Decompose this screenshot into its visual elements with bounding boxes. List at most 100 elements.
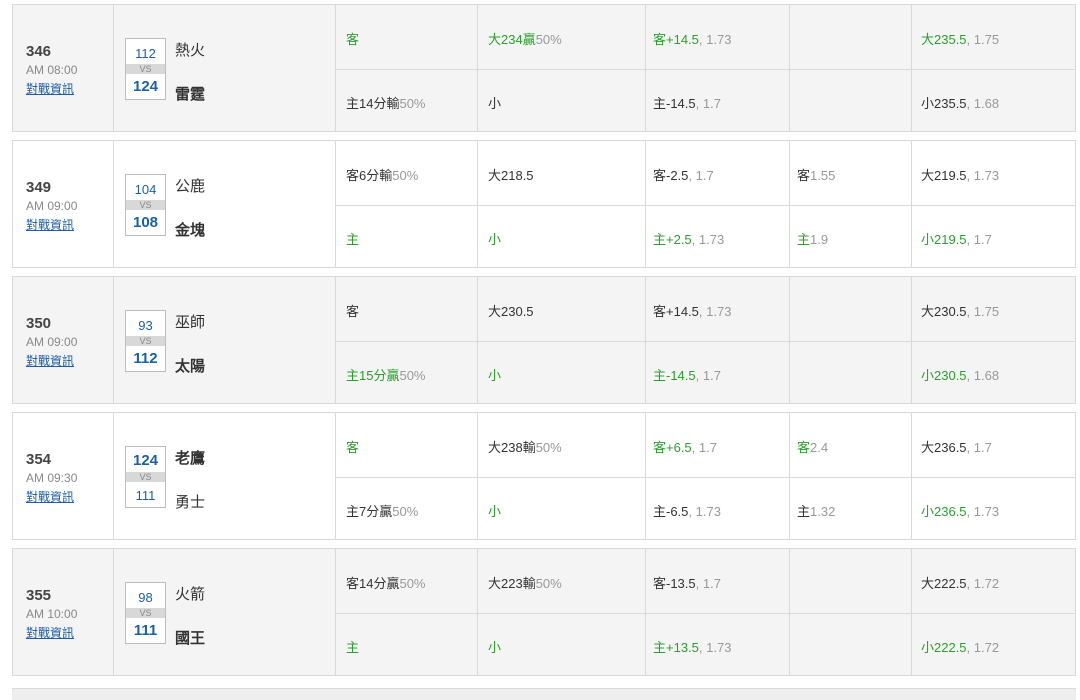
spread-result-value: 客6分輸 <box>346 168 393 183</box>
total-line-odds: , 1.75 <box>966 32 1000 47</box>
column-divider <box>335 413 336 539</box>
total-result-value: 小 <box>488 504 502 519</box>
spread-result-odds: 50% <box>392 168 419 183</box>
total-line-cell: 小235.5, 1.68 <box>921 93 999 112</box>
match-info-link[interactable]: 對戰資訊 <box>26 80 74 97</box>
column-divider <box>477 5 478 131</box>
spread-line-odds: , 1.7 <box>695 368 721 383</box>
total-result-odds: 50% <box>535 440 562 455</box>
spread-line-value: 主+2.5 <box>653 232 692 247</box>
spread-result-cell: 主7分贏50% <box>346 501 418 520</box>
total-result-odds: 50% <box>535 32 562 47</box>
total-result-value: 大218.5 <box>488 168 534 183</box>
game-info: 354 AM 09:30 對戰資訊 <box>13 413 113 539</box>
game-card: 350 AM 09:00 對戰資訊 93 VS 112 巫師 太陽 客 大230.5 客+14.5,… <box>12 276 1076 404</box>
total-line-value: 大219.5 <box>921 168 967 183</box>
total-line-odds: , 1.72 <box>966 640 1000 655</box>
game-card: 355 AM 10:00 對戰資訊 98 VS 111 火箭 國王 客14分贏50% 大223輸5… <box>12 548 1076 676</box>
spread-line-cell: 客-13.5, 1.7 <box>653 573 721 592</box>
spread-result-cell: 客14分贏50% <box>346 573 426 592</box>
match-info-link[interactable]: 對戰資訊 <box>26 352 74 369</box>
column-divider <box>911 413 912 539</box>
game-time: AM 10:00 <box>26 607 78 621</box>
spread-result-cell: 客 <box>346 29 359 48</box>
game-number: 355 <box>26 587 52 604</box>
spread-result-value: 主15分贏 <box>346 368 400 383</box>
total-line-value: 小222.5 <box>921 640 967 655</box>
away-team-name: 老鷹 <box>175 450 206 467</box>
moneyline-value: 客 <box>797 440 811 455</box>
spread-line-cell: 主+13.5, 1.73 <box>653 637 731 656</box>
game-card: 346 AM 08:00 對戰資訊 112 VS 124 熱火 雷霆客大234贏50% 客+14… <box>12 4 1076 132</box>
total-line-value: 大230.5 <box>921 304 967 319</box>
total-result-odds: 50% <box>535 576 562 591</box>
vs-label: VS <box>126 200 165 210</box>
total-line-cell: 小222.5, 1.72 <box>921 637 999 656</box>
spread-line-cell: 主-14.5, 1.7 <box>653 365 721 384</box>
home-team-name: 太陽 <box>175 358 206 375</box>
away-score: 124 <box>132 452 159 469</box>
moneyline-value: 主 <box>797 232 811 247</box>
total-line-value: 大236.5 <box>921 440 967 455</box>
spread-line-value: 客+14.5 <box>653 304 699 319</box>
away-team-name: 熱火 <box>175 42 206 59</box>
spread-result-value: 客 <box>346 304 360 319</box>
game-number: 346 <box>26 43 52 60</box>
match-info-link[interactable]: 對戰資訊 <box>26 624 74 641</box>
moneyline-odds: 1.9 <box>810 232 829 247</box>
game-time: AM 08:00 <box>26 63 78 77</box>
column-divider <box>789 5 790 131</box>
column-divider <box>645 5 646 131</box>
footer-bar <box>12 688 1076 700</box>
spread-result-odds: 50% <box>399 576 426 591</box>
spread-line-odds: , 1.7 <box>688 168 714 183</box>
column-divider <box>335 5 336 131</box>
home-team-name: 金塊 <box>175 222 206 239</box>
total-result-value: 小 <box>488 368 502 383</box>
spread-line-odds: , 1.73 <box>698 640 732 655</box>
total-line-value: 小236.5 <box>921 504 967 519</box>
game-number: 354 <box>26 451 52 468</box>
total-line-cell: 小230.5, 1.68 <box>921 365 999 384</box>
total-line-value: 小235.5 <box>921 96 967 111</box>
spread-result-value: 客 <box>346 32 360 47</box>
score-box: 93 VS 112 <box>125 310 166 372</box>
total-line-cell: 大230.5, 1.75 <box>921 301 999 320</box>
home-score: 111 <box>133 622 158 639</box>
spread-result-value: 主 <box>346 640 360 655</box>
total-line-cell: 大235.5, 1.75 <box>921 29 999 48</box>
moneyline-cell: 主1.32 <box>797 501 835 520</box>
row-divider <box>335 477 1075 478</box>
match-info-link[interactable]: 對戰資訊 <box>26 216 74 233</box>
column-divider <box>335 549 336 675</box>
spread-line-cell: 主-6.5, 1.73 <box>653 501 721 520</box>
away-score: 104 <box>134 182 157 197</box>
column-divider <box>335 277 336 403</box>
teams-cell: 104 VS 108 公鹿 金塊 <box>114 141 334 267</box>
spread-line-odds: , 1.7 <box>695 96 721 111</box>
spread-line-value: 客+6.5 <box>653 440 692 455</box>
teams-cell: 124 VS 111 老鷹 勇士 <box>114 413 334 539</box>
spread-line-odds: , 1.73 <box>691 232 725 247</box>
spread-result-odds: 50% <box>399 96 426 111</box>
total-result-cell: 大218.5 <box>488 165 534 184</box>
total-result-value: 大238輸 <box>488 440 536 455</box>
away-team-name: 公鹿 <box>175 178 206 195</box>
moneyline-odds: 1.55 <box>810 168 836 183</box>
spread-line-value: 主-6.5 <box>653 504 689 519</box>
away-score: 98 <box>138 590 153 605</box>
match-info-link[interactable]: 對戰資訊 <box>26 488 74 505</box>
score-box: 104 VS 108 <box>125 174 166 236</box>
column-divider <box>645 277 646 403</box>
score-box: 98 VS 111 <box>125 582 166 644</box>
spread-result-value: 客14分贏 <box>346 576 400 591</box>
total-line-odds: , 1.7 <box>966 232 992 247</box>
column-divider <box>645 413 646 539</box>
total-line-odds: , 1.75 <box>966 304 1000 319</box>
game-time: AM 09:30 <box>26 471 78 485</box>
total-line-odds: , 1.72 <box>966 576 1000 591</box>
column-divider <box>911 5 912 131</box>
total-line-value: 小230.5 <box>921 368 967 383</box>
total-result-cell: 小 <box>488 365 501 384</box>
column-divider <box>911 277 912 403</box>
